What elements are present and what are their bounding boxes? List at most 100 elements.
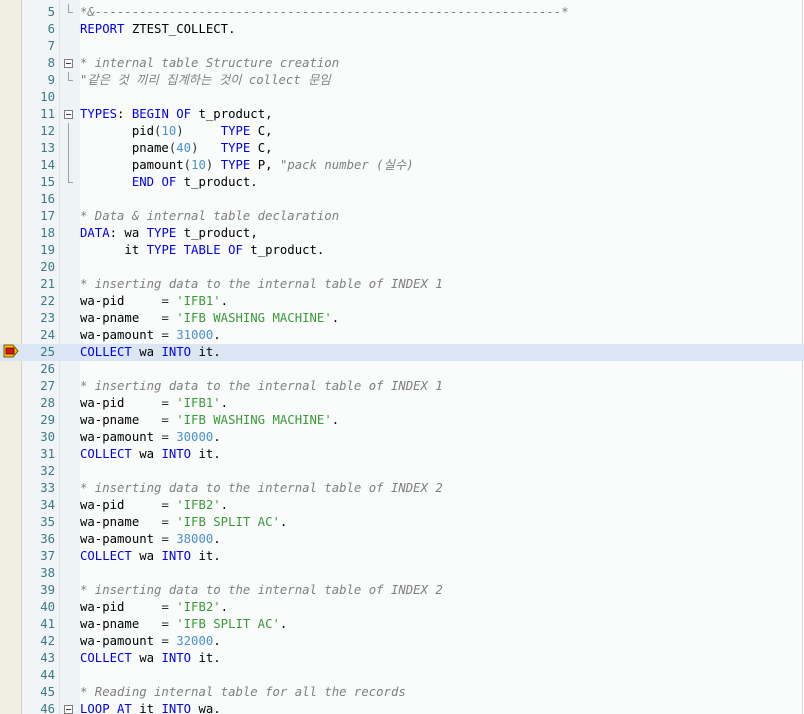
- code-line[interactable]: 11 TYPES: BEGIN OF t_product,: [0, 106, 804, 123]
- fold-toggle-icon[interactable]: [62, 701, 76, 714]
- code-line[interactable]: 42 wa-pamount = 32000.: [0, 633, 804, 650]
- code-line[interactable]: 13 pname(40) TYPE C,: [0, 140, 804, 157]
- code-text[interactable]: COLLECT wa INTO it.: [80, 446, 800, 463]
- code-text[interactable]: wa-pamount = 30000.: [80, 429, 800, 446]
- code-text[interactable]: [80, 38, 800, 55]
- code-text[interactable]: *&--------------------------------------…: [80, 4, 800, 21]
- line-number: 14: [40, 158, 55, 172]
- code-line[interactable]: 7: [0, 38, 804, 55]
- code-line[interactable]: 38: [0, 565, 804, 582]
- code-text[interactable]: pid(10) TYPE C,: [80, 123, 800, 140]
- code-line[interactable]: 33 * inserting data to the internal table…: [0, 480, 804, 497]
- code-line[interactable]: 34 wa-pid = 'IFB2'.: [0, 497, 804, 514]
- code-text[interactable]: [80, 89, 800, 106]
- code-text[interactable]: wa-pname = 'IFB WASHING MACHINE'.: [80, 310, 800, 327]
- abap-code-editor[interactable]: 5 *&-------------------------------------…: [0, 0, 804, 714]
- code-line[interactable]: 31 COLLECT wa INTO it.: [0, 446, 804, 463]
- code-line[interactable]: 36 wa-pamount = 38000.: [0, 531, 804, 548]
- code-text[interactable]: wa-pname = 'IFB WASHING MACHINE'.: [80, 412, 800, 429]
- code-text[interactable]: wa-pname = 'IFB SPLIT AC'.: [80, 514, 800, 531]
- punctuation-token: =: [161, 498, 177, 512]
- code-text[interactable]: * inserting data to the internal table o…: [80, 480, 800, 497]
- code-text[interactable]: wa-pid = 'IFB1'.: [80, 395, 800, 412]
- code-text[interactable]: wa-pid = 'IFB2'.: [80, 497, 800, 514]
- code-text[interactable]: wa-pid = 'IFB2'.: [80, 599, 800, 616]
- code-line[interactable]: 16: [0, 191, 804, 208]
- code-text[interactable]: [80, 565, 800, 582]
- code-line[interactable]: 21 * inserting data to the internal table…: [0, 276, 804, 293]
- code-line[interactable]: 37 COLLECT wa INTO it.: [0, 548, 804, 565]
- code-line[interactable]: 6 REPORT ZTEST_COLLECT.: [0, 21, 804, 38]
- code-text[interactable]: wa-pid = 'IFB1'.: [80, 293, 800, 310]
- code-text[interactable]: * inserting data to the internal table o…: [80, 582, 800, 599]
- code-text[interactable]: * inserting data to the internal table o…: [80, 378, 800, 395]
- keyword-token: TYPES: [80, 107, 118, 121]
- code-line[interactable]: 17 * Data & internal table declaration: [0, 208, 804, 225]
- fold-guide: [62, 446, 76, 463]
- code-line[interactable]: 20: [0, 259, 804, 276]
- code-line[interactable]: 41 wa-pname = 'IFB SPLIT AC'.: [0, 616, 804, 633]
- code-text[interactable]: COLLECT wa INTO it.: [80, 650, 800, 667]
- code-text[interactable]: DATA: wa TYPE t_product,: [80, 225, 800, 242]
- string-literal-token: 'IFB SPLIT AC': [176, 617, 280, 631]
- code-text[interactable]: END OF t_product.: [80, 174, 800, 191]
- code-line[interactable]: 5 *&-------------------------------------…: [0, 4, 804, 21]
- code-text[interactable]: TYPES: BEGIN OF t_product,: [80, 106, 800, 123]
- code-line[interactable]: 26: [0, 361, 804, 378]
- code-line[interactable]: 45 * Reading internal table for all the r…: [0, 684, 804, 701]
- code-line[interactable]: 18 DATA: wa TYPE t_product,: [0, 225, 804, 242]
- code-line[interactable]: 14 pamount(10) TYPE P, "pack number (실수): [0, 157, 804, 174]
- code-line[interactable]: 25 COLLECT wa INTO it.: [0, 344, 804, 361]
- code-text[interactable]: wa-pname = 'IFB SPLIT AC'.: [80, 616, 800, 633]
- code-text[interactable]: * Reading internal table for all the rec…: [80, 684, 800, 701]
- fold-guide: [62, 89, 76, 106]
- code-text[interactable]: wa-pamount = 32000.: [80, 633, 800, 650]
- code-line[interactable]: 23 wa-pname = 'IFB WASHING MACHINE'.: [0, 310, 804, 327]
- code-line[interactable]: 24 wa-pamount = 31000.: [0, 327, 804, 344]
- code-text[interactable]: [80, 667, 800, 684]
- code-text[interactable]: pamount(10) TYPE P, "pack number (실수): [80, 157, 800, 174]
- fold-guide: [62, 650, 76, 667]
- code-line[interactable]: 40 wa-pid = 'IFB2'.: [0, 599, 804, 616]
- code-text[interactable]: * inserting data to the internal table o…: [80, 276, 800, 293]
- code-line[interactable]: 28 wa-pid = 'IFB1'.: [0, 395, 804, 412]
- code-line[interactable]: 29 wa-pname = 'IFB WASHING MACHINE'.: [0, 412, 804, 429]
- code-text[interactable]: COLLECT wa INTO it.: [80, 548, 800, 565]
- code-line[interactable]: 12 pid(10) TYPE C,: [0, 123, 804, 140]
- code-line[interactable]: 30 wa-pamount = 30000.: [0, 429, 804, 446]
- code-text[interactable]: [80, 463, 800, 480]
- code-line[interactable]: 10: [0, 89, 804, 106]
- code-text[interactable]: it TYPE TABLE OF t_product.: [80, 242, 800, 259]
- code-line[interactable]: 39 * inserting data to the internal table…: [0, 582, 804, 599]
- code-text[interactable]: COLLECT wa INTO it.: [80, 344, 800, 361]
- code-text[interactable]: [80, 259, 800, 276]
- fold-toggle-icon[interactable]: [62, 55, 76, 72]
- code-line[interactable]: 27 * inserting data to the internal table…: [0, 378, 804, 395]
- fold-guide: [62, 412, 76, 429]
- code-line[interactable]: 35 wa-pname = 'IFB SPLIT AC'.: [0, 514, 804, 531]
- code-line[interactable]: 8 * internal table Structure creation: [0, 55, 804, 72]
- fold-guide: [62, 633, 76, 650]
- code-text[interactable]: * internal table Structure creation: [80, 55, 800, 72]
- code-line[interactable]: 9 "같은 것 끼리 집계하는 것이 collect 문임: [0, 72, 804, 89]
- code-line[interactable]: 15 END OF t_product.: [0, 174, 804, 191]
- code-text[interactable]: wa-pamount = 31000.: [80, 327, 800, 344]
- line-number: 9: [47, 73, 55, 87]
- code-text[interactable]: "같은 것 끼리 집계하는 것이 collect 문임: [80, 72, 800, 89]
- keyword-token: DATA: [80, 226, 110, 240]
- code-text[interactable]: pname(40) TYPE C,: [80, 140, 800, 157]
- code-text[interactable]: [80, 191, 800, 208]
- code-text[interactable]: * Data & internal table declaration: [80, 208, 800, 225]
- code-text[interactable]: [80, 361, 800, 378]
- code-line[interactable]: 44: [0, 667, 804, 684]
- code-text[interactable]: LOOP AT it INTO wa.: [80, 701, 800, 714]
- code-text[interactable]: REPORT ZTEST_COLLECT.: [80, 21, 800, 38]
- code-line[interactable]: 46 LOOP AT it INTO wa.: [0, 701, 804, 714]
- code-line[interactable]: 22 wa-pid = 'IFB1'.: [0, 293, 804, 310]
- fold-toggle-icon[interactable]: [62, 106, 76, 123]
- breakpoint-icon[interactable]: [3, 344, 19, 358]
- code-line[interactable]: 43 COLLECT wa INTO it.: [0, 650, 804, 667]
- code-line[interactable]: 19 it TYPE TABLE OF t_product.: [0, 242, 804, 259]
- code-text[interactable]: wa-pamount = 38000.: [80, 531, 800, 548]
- code-line[interactable]: 32: [0, 463, 804, 480]
